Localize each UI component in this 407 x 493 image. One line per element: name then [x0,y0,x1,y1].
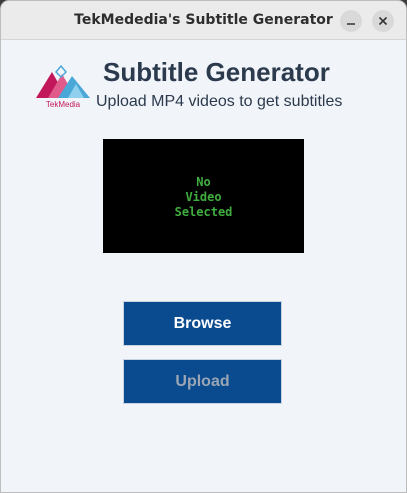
app-subtitle: Upload MP4 videos to get subtitles [96,93,343,110]
browse-button[interactable]: Browse [123,301,282,346]
close-icon [378,16,388,26]
app-window: TekMededia's Subtitle Generator TekMedia… [0,0,407,493]
app-title: Subtitle Generator [103,57,330,87]
placeholder-line: Video [185,190,222,204]
title-bar[interactable]: TekMededia's Subtitle Generator [1,1,406,40]
logo-text: TekMedia [46,100,81,109]
status-text [1,420,406,434]
tekmedia-logo: TekMedia [36,64,90,109]
placeholder-line: No [196,175,211,189]
upload-button[interactable]: Upload [123,359,282,404]
close-button[interactable] [372,10,394,32]
minimize-icon [347,23,355,25]
minimize-button[interactable] [340,10,362,32]
video-preview: No Video Selected [103,139,304,253]
no-video-placeholder: No Video Selected [103,175,304,220]
placeholder-line: Selected [174,205,233,219]
main-content: TekMedia Subtitle Generator Upload MP4 v… [1,40,406,492]
